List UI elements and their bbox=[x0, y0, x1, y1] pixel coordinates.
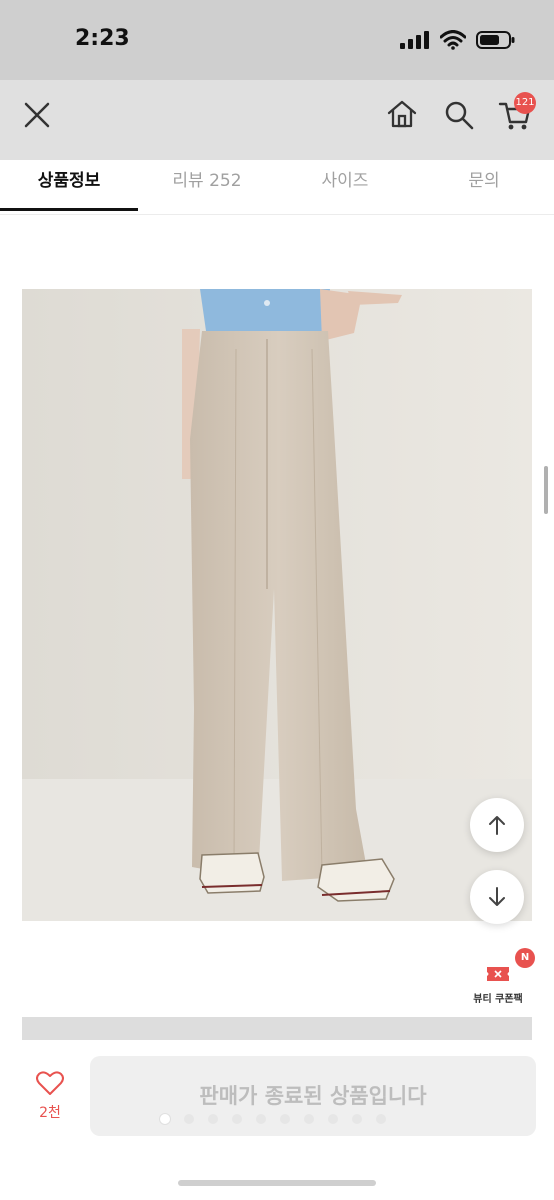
scrollbar[interactable] bbox=[544, 466, 548, 514]
sold-out-button[interactable]: 판매가 종료된 상품입니다 bbox=[90, 1056, 536, 1136]
scroll-up-button[interactable] bbox=[470, 798, 524, 852]
coupon-icon bbox=[487, 967, 509, 981]
carousel-dot[interactable] bbox=[280, 1114, 290, 1124]
tab-product-info[interactable]: 상품정보 bbox=[0, 160, 138, 214]
carousel-dot[interactable] bbox=[184, 1114, 194, 1124]
carousel-dot[interactable] bbox=[304, 1114, 314, 1124]
tab-size[interactable]: 사이즈 bbox=[276, 160, 414, 214]
cart-count-badge: 121 bbox=[514, 92, 536, 114]
scroll-down-button[interactable] bbox=[470, 870, 524, 924]
status-bar: 2:23 bbox=[0, 0, 554, 80]
carousel-dot[interactable] bbox=[160, 1114, 170, 1124]
carousel-dot[interactable] bbox=[208, 1114, 218, 1124]
heart-icon bbox=[36, 1071, 64, 1095]
home-indicator bbox=[178, 1180, 376, 1186]
tab-inquiry[interactable]: 문의 bbox=[414, 160, 554, 214]
product-photo bbox=[22, 289, 532, 921]
new-badge: N bbox=[515, 948, 535, 968]
signal-icon bbox=[400, 31, 429, 49]
carousel-dot[interactable] bbox=[232, 1114, 242, 1124]
arrow-up-icon bbox=[489, 816, 505, 835]
carousel-dot[interactable] bbox=[376, 1114, 386, 1124]
search-icon[interactable] bbox=[444, 100, 474, 130]
carousel-indicator bbox=[160, 1114, 386, 1124]
like-count: 2천 bbox=[39, 1105, 61, 1121]
active-tab-indicator bbox=[0, 208, 138, 211]
coupon-label: 뷰티 쿠폰팩 bbox=[473, 994, 523, 1005]
home-icon[interactable] bbox=[386, 99, 418, 129]
carousel-dot[interactable] bbox=[352, 1114, 362, 1124]
battery-icon bbox=[476, 31, 515, 49]
close-icon[interactable] bbox=[24, 102, 50, 128]
tab-reviews[interactable]: 리뷰 252 bbox=[138, 160, 276, 214]
like-button[interactable]: 2천 bbox=[22, 1070, 78, 1122]
arrow-down-icon bbox=[489, 887, 505, 906]
carousel-dot[interactable] bbox=[256, 1114, 266, 1124]
beauty-coupon-pack[interactable]: N 뷰티 쿠폰팩 bbox=[458, 948, 538, 1012]
status-time: 2:23 bbox=[75, 26, 130, 51]
carousel-dot[interactable] bbox=[328, 1114, 338, 1124]
tab-bar: 상품정보 리뷰 252 사이즈 문의 bbox=[0, 160, 554, 215]
wifi-icon bbox=[440, 30, 466, 50]
